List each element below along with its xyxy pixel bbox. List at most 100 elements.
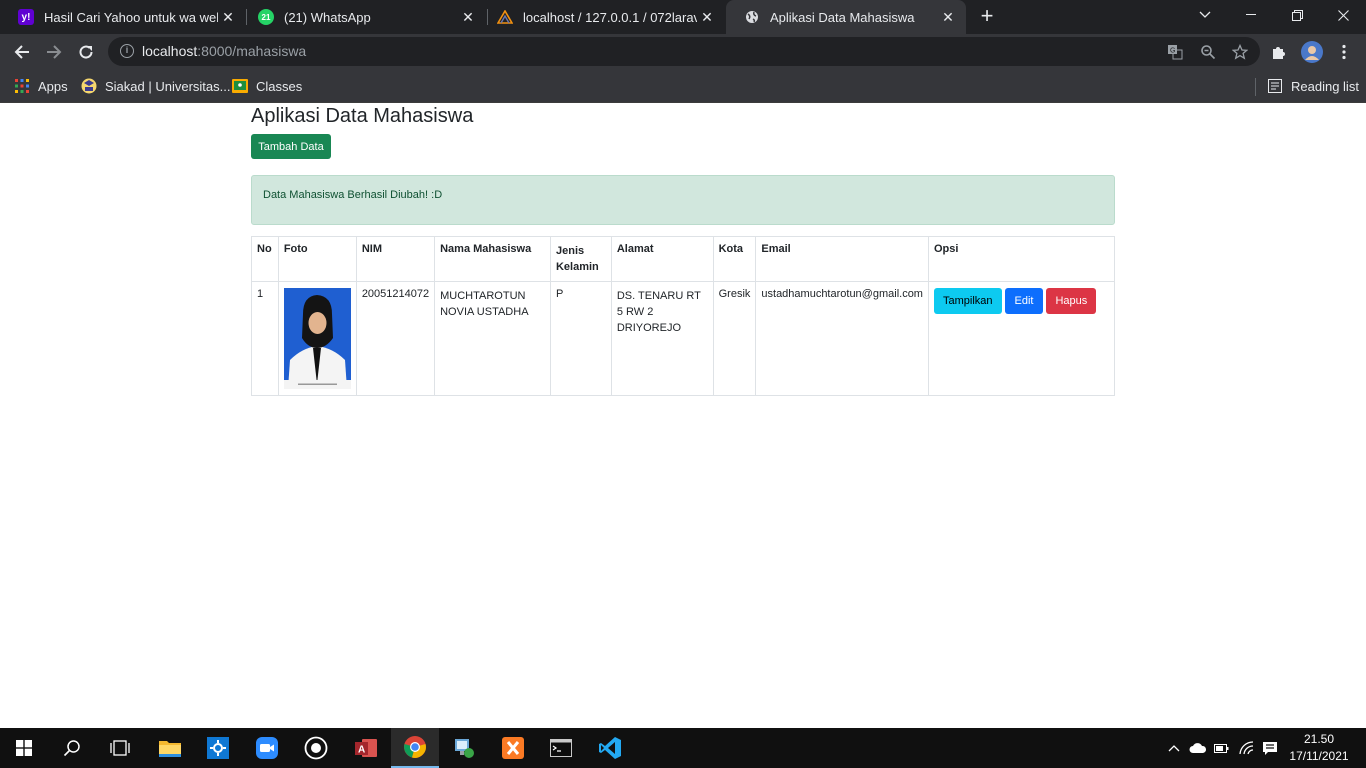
notification-speech-icon[interactable]	[1260, 738, 1280, 758]
search-icon[interactable]	[48, 728, 96, 768]
phpmyadmin-icon	[497, 9, 513, 25]
zoom-icon[interactable]	[1198, 42, 1218, 62]
taskbar-clock[interactable]: 21.50 17/11/2021	[1284, 731, 1354, 765]
table-header-row: No Foto NIM Nama Mahasiswa Jenis Kelamin…	[251, 236, 1116, 282]
classroom-icon	[232, 78, 248, 94]
zoom-app-icon[interactable]	[243, 728, 291, 768]
bookmark-label: Apps	[38, 78, 68, 94]
clock-time: 21.50	[1303, 732, 1335, 746]
bookmark-label: Classes	[256, 78, 303, 94]
browser-tab-strip: y! Hasil Cari Yahoo untuk wa web ✕ 21 (2…	[0, 0, 1366, 34]
browser-menu-icon[interactable]	[1330, 38, 1358, 66]
column-header-email: Email	[755, 236, 929, 282]
cell-opsi: Tampilkan Edit Hapus	[927, 281, 1116, 396]
minimize-button[interactable]	[1228, 0, 1274, 30]
address-bar[interactable]: i localhost:8000/mahasiswa G	[108, 37, 1260, 66]
url-text[interactable]: localhost:8000/mahasiswa	[142, 43, 306, 59]
tab-title: localhost / 127.0.0.1 / 072laravel_	[523, 9, 697, 25]
url-host: localhost	[142, 43, 198, 59]
table-row: 1 20051214072 MUCHTAROTUN NOVIA USTADHA …	[251, 281, 1116, 396]
bookmark-label: Siakad | Universitas...	[105, 78, 231, 94]
svg-text:A: A	[358, 745, 365, 756]
vscode-icon[interactable]	[586, 728, 634, 768]
bookmark-classes[interactable]: Classes	[232, 77, 302, 95]
tab-search-chevron-icon[interactable]	[1182, 0, 1228, 30]
cell-foto	[277, 281, 357, 396]
xampp-icon[interactable]	[489, 728, 537, 768]
browser-toolbar: i localhost:8000/mahasiswa G	[0, 34, 1366, 70]
tab-yahoo[interactable]: y! Hasil Cari Yahoo untuk wa web ✕	[0, 0, 246, 34]
close-icon[interactable]: ✕	[697, 7, 717, 27]
hapus-button[interactable]: Hapus	[1046, 288, 1097, 314]
cortana-circle-icon[interactable]	[292, 728, 340, 768]
svg-text:G: G	[1170, 48, 1175, 55]
close-window-button[interactable]	[1320, 0, 1366, 30]
column-header-alamat: Alamat	[610, 236, 714, 282]
battery-plug-icon[interactable]	[1212, 738, 1232, 758]
profile-avatar-icon[interactable]	[1298, 38, 1326, 66]
tab-title: Aplikasi Data Mahasiswa	[770, 9, 915, 25]
page-viewport: Aplikasi Data Mahasiswa Tambah Data Data…	[0, 103, 1366, 728]
cell-nim: 20051214072	[355, 281, 436, 396]
bookmarks-bar: Apps Siakad | Universitas... Classes Rea…	[0, 70, 1366, 103]
cell-email: ustadhamuchtarotun@gmail.com	[755, 281, 929, 396]
new-tab-button[interactable]: +	[976, 5, 998, 27]
column-header-no: No	[251, 236, 279, 282]
reload-icon[interactable]	[72, 38, 100, 66]
bookmark-apps[interactable]: Apps	[14, 77, 68, 95]
translate-icon[interactable]: G	[1165, 42, 1185, 62]
success-alert: Data Mahasiswa Berhasil Diubah! :D	[251, 175, 1115, 225]
tab-phpmyadmin[interactable]: localhost / 127.0.0.1 / 072laravel_ ✕	[479, 0, 725, 34]
file-explorer-icon[interactable]	[146, 728, 194, 768]
extensions-puzzle-icon[interactable]	[1265, 38, 1293, 66]
reading-list-label: Reading list	[1291, 78, 1359, 94]
whatsapp-icon: 21	[258, 9, 274, 25]
tambah-data-button[interactable]: Tambah Data	[251, 134, 331, 159]
column-header-kota: Kota	[712, 236, 757, 282]
bookmark-star-icon[interactable]	[1230, 42, 1250, 62]
control-panel-icon[interactable]	[194, 728, 242, 768]
cell-alamat: DS. TENARU RT 5 RW 2 DRIYOREJO	[610, 281, 714, 396]
globe-icon	[744, 9, 760, 25]
column-header-opsi: Opsi	[927, 236, 1116, 282]
terminal-icon[interactable]	[537, 728, 585, 768]
restore-button[interactable]	[1274, 0, 1320, 30]
column-header-foto: Foto	[277, 236, 357, 282]
apps-grid-icon	[14, 78, 30, 94]
task-view-icon[interactable]	[96, 728, 144, 768]
cell-nama: MUCHTAROTUN NOVIA USTADHA	[434, 281, 551, 396]
onedrive-cloud-icon[interactable]	[1188, 738, 1208, 758]
wifi-icon[interactable]	[1237, 738, 1257, 758]
network-app-icon[interactable]	[440, 728, 488, 768]
cell-no: 1	[251, 281, 279, 396]
column-header-jenis-kelamin: Jenis Kelamin	[549, 236, 612, 282]
windows-taskbar: A 21.50 17/11/2021	[0, 728, 1366, 768]
close-icon[interactable]: ✕	[458, 7, 478, 27]
edit-button[interactable]: Edit	[1004, 288, 1044, 314]
reading-list-button[interactable]: Reading list	[1267, 77, 1359, 95]
show-hidden-icons-chevron-icon[interactable]	[1164, 738, 1184, 758]
tab-whatsapp[interactable]: 21 (21) WhatsApp ✕	[240, 0, 486, 34]
bookmark-siakad[interactable]: Siakad | Universitas...	[81, 77, 230, 95]
close-icon[interactable]: ✕	[938, 7, 958, 27]
tab-title: (21) WhatsApp	[284, 9, 371, 25]
chrome-taskbar-icon[interactable]	[391, 728, 439, 768]
site-info-icon[interactable]: i	[120, 44, 134, 58]
url-path: :8000/mahasiswa	[197, 43, 307, 59]
close-icon[interactable]: ✕	[218, 7, 238, 27]
clock-date: 17/11/2021	[1289, 749, 1349, 763]
row-actions: Tampilkan Edit Hapus	[933, 288, 1109, 314]
mahasiswa-table: No Foto NIM Nama Mahasiswa Jenis Kelamin…	[251, 236, 1116, 396]
yahoo-icon: y!	[18, 9, 34, 25]
access-app-icon[interactable]: A	[342, 728, 390, 768]
tab-aplikasi-data-mahasiswa[interactable]: Aplikasi Data Mahasiswa ✕	[726, 0, 966, 34]
windows-start-icon[interactable]	[0, 728, 48, 768]
tampilkan-button[interactable]: Tampilkan	[933, 288, 1002, 314]
back-arrow-icon[interactable]	[8, 38, 36, 66]
cell-kota: Gresik	[712, 281, 757, 396]
column-header-nim: NIM	[355, 236, 436, 282]
reading-list-icon	[1267, 78, 1283, 94]
forward-arrow-icon[interactable]	[40, 38, 68, 66]
page-title: Aplikasi Data Mahasiswa	[251, 105, 474, 127]
bookmarks-divider	[1255, 78, 1256, 96]
